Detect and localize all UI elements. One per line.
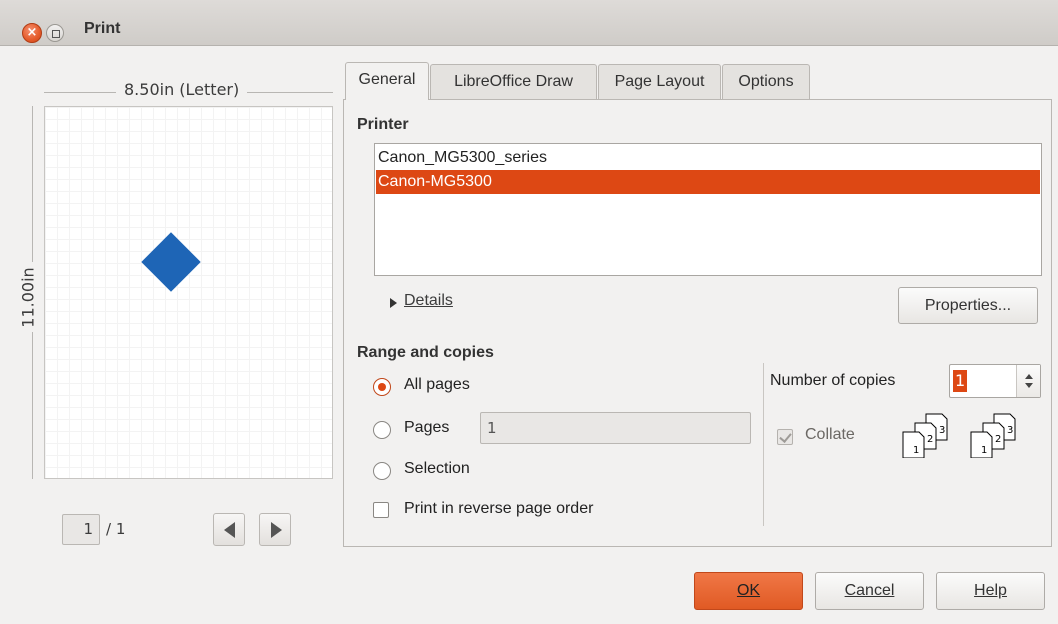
- cancel-button[interactable]: Cancel: [815, 572, 924, 610]
- tab-libreoffice-draw[interactable]: LibreOffice Draw: [430, 64, 597, 100]
- uncollated-pages-icon: 3 2 1: [970, 413, 1016, 458]
- number-of-copies-label: Number of copies: [770, 372, 896, 389]
- selection-radio[interactable]: [373, 462, 391, 480]
- expander-arrow-icon[interactable]: [390, 298, 397, 308]
- copies-spinbox[interactable]: 1: [949, 364, 1041, 398]
- svg-text:2: 2: [927, 434, 933, 445]
- ok-button[interactable]: OK: [694, 572, 803, 610]
- window-title: Print: [84, 20, 121, 37]
- copies-divider: [763, 363, 764, 526]
- printer-section-title: Printer: [357, 116, 409, 133]
- total-pages-label: / 1: [106, 520, 126, 538]
- close-window-button[interactable]: ×: [22, 23, 42, 43]
- details-expander[interactable]: Details: [404, 292, 453, 310]
- current-page-input[interactable]: 1: [62, 514, 100, 545]
- svg-text:3: 3: [939, 425, 945, 436]
- selection-label[interactable]: Selection: [404, 460, 470, 478]
- collated-pages-icon: 3 2 1: [902, 413, 948, 458]
- reverse-order-checkbox[interactable]: [373, 502, 389, 518]
- range-section-title: Range and copies: [357, 344, 494, 361]
- all-pages-label[interactable]: All pages: [404, 376, 470, 394]
- next-page-button[interactable]: [259, 513, 291, 546]
- title-bar: × Print: [0, 0, 1058, 46]
- page-preview-grid: [45, 107, 332, 478]
- decrement-icon[interactable]: [1025, 383, 1033, 388]
- maximize-window-button[interactable]: [46, 24, 64, 42]
- pages-radio[interactable]: [373, 421, 391, 439]
- help-button[interactable]: Help: [936, 572, 1045, 610]
- printer-list[interactable]: Canon_MG5300_series Canon-MG5300: [374, 143, 1042, 276]
- copies-value[interactable]: 1: [953, 370, 968, 392]
- collate-label[interactable]: Collate: [805, 426, 855, 444]
- printer-list-item[interactable]: Canon_MG5300_series: [376, 146, 1040, 170]
- properties-button[interactable]: Properties...: [898, 287, 1038, 324]
- all-pages-radio[interactable]: [373, 378, 391, 396]
- tab-options[interactable]: Options: [722, 64, 810, 100]
- svg-text:1: 1: [981, 445, 987, 456]
- tab-general[interactable]: General: [345, 62, 429, 100]
- paper-width-label: 8.50in (Letter): [116, 80, 248, 99]
- previous-page-button[interactable]: [213, 513, 245, 546]
- printer-list-item-selected[interactable]: Canon-MG5300: [376, 170, 1040, 194]
- increment-icon[interactable]: [1025, 374, 1033, 379]
- pages-range-input[interactable]: 1: [480, 412, 751, 444]
- page-preview: [44, 106, 333, 479]
- svg-text:1: 1: [913, 445, 919, 456]
- tab-page-layout[interactable]: Page Layout: [598, 64, 721, 100]
- reverse-order-label[interactable]: Print in reverse page order: [404, 500, 593, 518]
- svg-text:2: 2: [995, 434, 1001, 445]
- copies-spin-buttons[interactable]: [1016, 365, 1040, 397]
- svg-text:3: 3: [1007, 425, 1013, 436]
- paper-height-label: 11.00in: [18, 267, 38, 328]
- pages-label[interactable]: Pages: [404, 419, 449, 437]
- collate-checkbox[interactable]: [777, 429, 793, 445]
